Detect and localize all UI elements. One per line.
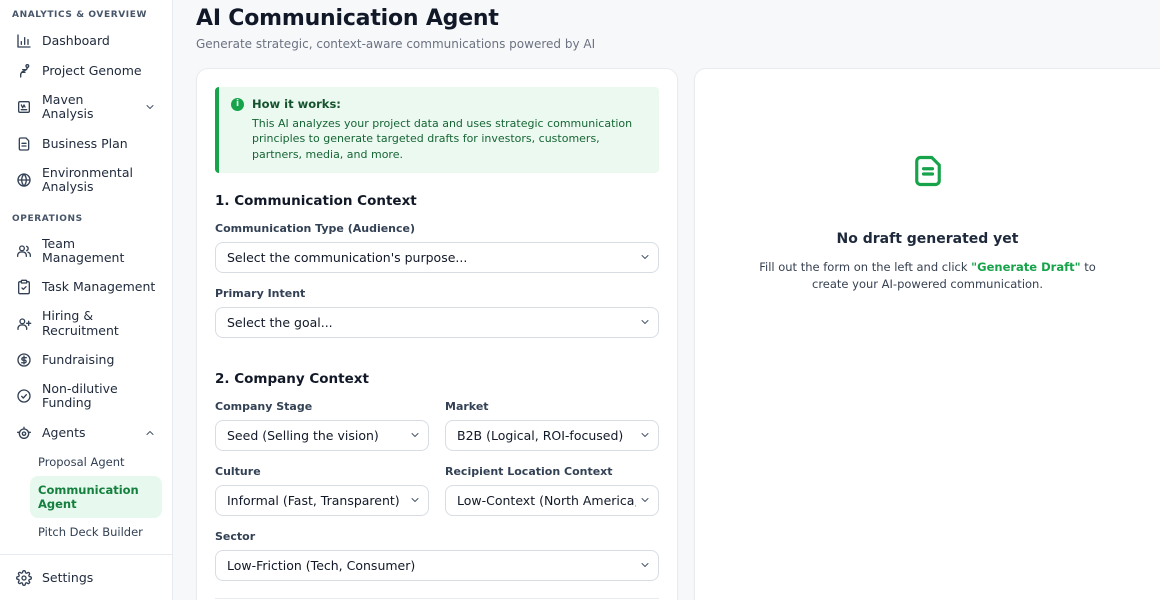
how-it-works-callout: i How it works: This AI analyzes your pr…: [215, 87, 659, 173]
document-icon: [16, 136, 32, 152]
sidebar-section-analytics-label: Analytics & Overview: [10, 8, 162, 26]
sidebar-item-label: Maven Analysis: [42, 93, 134, 122]
field-culture: Culture Informal (Fast, Transparent): [215, 465, 429, 516]
company-stage-select[interactable]: Seed (Selling the vision): [215, 420, 429, 451]
communication-type-select[interactable]: Select the communication's purpose...: [215, 242, 659, 273]
sidebar-item-hiring-recruitment[interactable]: Hiring & Recruitment: [10, 302, 162, 345]
sidebar-item-team-management[interactable]: Team Management: [10, 230, 162, 273]
generate-draft-highlight: "Generate Draft": [971, 260, 1080, 274]
genome-icon: [16, 63, 32, 79]
sidebar-subitem-proposal-agent[interactable]: Proposal Agent: [30, 448, 162, 476]
primary-intent-label: Primary Intent: [215, 287, 659, 300]
sidebar-item-label: Project Genome: [42, 64, 142, 78]
culture-select[interactable]: Informal (Fast, Transparent): [215, 485, 429, 516]
sidebar-item-task-management[interactable]: Task Management: [10, 272, 162, 302]
sidebar-item-label: Task Management: [42, 280, 155, 294]
section-heading-communication-context: 1. Communication Context: [215, 193, 659, 209]
sidebar: Analytics & Overview Dashboard Project G…: [0, 0, 173, 600]
field-communication-type: Communication Type (Audience) Select the…: [215, 222, 659, 273]
page-subtitle: Generate strategic, context-aware commun…: [196, 37, 1160, 51]
field-primary-intent: Primary Intent Select the goal...: [215, 287, 659, 338]
document-icon: [910, 153, 946, 189]
clipboard-icon: [16, 279, 32, 295]
sidebar-item-dashboard[interactable]: Dashboard: [10, 26, 162, 56]
sidebar-item-settings[interactable]: Settings: [10, 563, 162, 593]
sidebar-subitem-pitch-deck-builder[interactable]: Pitch Deck Builder: [30, 518, 162, 546]
empty-state-text: Fill out the form on the left and click …: [750, 259, 1106, 292]
sidebar-item-label: Settings: [42, 571, 93, 585]
chevron-down-icon: [144, 101, 156, 113]
globe-icon: [16, 172, 32, 188]
culture-label: Culture: [215, 465, 429, 478]
market-label: Market: [445, 400, 659, 413]
field-recipient-location: Recipient Location Context Low-Context (…: [445, 465, 659, 516]
empty-state-title: No draft generated yet: [837, 231, 1019, 247]
sidebar-item-support[interactable]: Support: [10, 593, 162, 600]
sidebar-item-non-dilutive-funding[interactable]: Non-dilutive Funding: [10, 375, 162, 418]
how-it-works-title: How it works:: [252, 97, 341, 111]
form-divider: [215, 598, 659, 599]
empty-state-text-prefix: Fill out the form on the left and click: [759, 260, 971, 274]
check-circle-icon: [16, 388, 32, 404]
sidebar-item-label: Hiring & Recruitment: [42, 309, 156, 338]
bar-chart-icon: [16, 33, 32, 49]
sidebar-item-business-plan[interactable]: Business Plan: [10, 129, 162, 159]
sidebar-item-project-genome[interactable]: Project Genome: [10, 56, 162, 86]
recipient-location-select[interactable]: Low-Context (North America, Ge: [445, 485, 659, 516]
sidebar-divider: [0, 554, 172, 555]
sidebar-item-agents[interactable]: Agents: [10, 418, 162, 448]
section-heading-company-context: 2. Company Context: [215, 371, 659, 387]
company-stage-label: Company Stage: [215, 400, 429, 413]
market-select[interactable]: B2B (Logical, ROI-focused): [445, 420, 659, 451]
field-company-stage: Company Stage Seed (Selling the vision): [215, 400, 429, 451]
communication-type-label: Communication Type (Audience): [215, 222, 659, 235]
dollar-circle-icon: [16, 352, 32, 368]
bot-icon: [16, 425, 32, 441]
how-it-works-body: This AI analyzes your project data and u…: [252, 116, 645, 162]
draft-preview-panel: No draft generated yet Fill out the form…: [694, 68, 1160, 600]
field-sector: Sector Low-Friction (Tech, Consumer): [215, 530, 659, 581]
gear-icon: [16, 570, 32, 586]
primary-intent-select[interactable]: Select the goal...: [215, 307, 659, 338]
sidebar-item-environmental-analysis[interactable]: Environmental Analysis: [10, 159, 162, 202]
file-analysis-icon: [16, 99, 32, 115]
sidebar-item-label: Business Plan: [42, 137, 128, 151]
recipient-location-label: Recipient Location Context: [445, 465, 659, 478]
sector-select[interactable]: Low-Friction (Tech, Consumer): [215, 550, 659, 581]
sidebar-item-label: Non-dilutive Funding: [42, 382, 156, 411]
empty-state: No draft generated yet Fill out the form…: [695, 69, 1160, 292]
main-content: AI Communication Agent Generate strategi…: [173, 0, 1160, 600]
info-icon: i: [231, 98, 244, 111]
sidebar-subitem-communication-agent[interactable]: Communication Agent: [30, 476, 162, 518]
user-plus-icon: [16, 316, 32, 332]
chevron-up-icon: [144, 427, 156, 439]
sidebar-item-label: Fundraising: [42, 353, 114, 367]
sidebar-item-fundraising[interactable]: Fundraising: [10, 345, 162, 375]
communication-form-card: i How it works: This AI analyzes your pr…: [196, 68, 678, 600]
sidebar-item-label: Environmental Analysis: [42, 166, 156, 195]
field-market: Market B2B (Logical, ROI-focused): [445, 400, 659, 451]
sector-label: Sector: [215, 530, 659, 543]
page-title: AI Communication Agent: [196, 6, 1160, 31]
sidebar-section-operations-label: Operations: [10, 212, 162, 230]
sidebar-item-label: Team Management: [42, 237, 156, 266]
sidebar-item-label: Dashboard: [42, 34, 110, 48]
sidebar-item-maven-analysis[interactable]: Maven Analysis: [10, 86, 162, 129]
sidebar-item-label: Agents: [42, 426, 86, 440]
users-icon: [16, 243, 32, 259]
